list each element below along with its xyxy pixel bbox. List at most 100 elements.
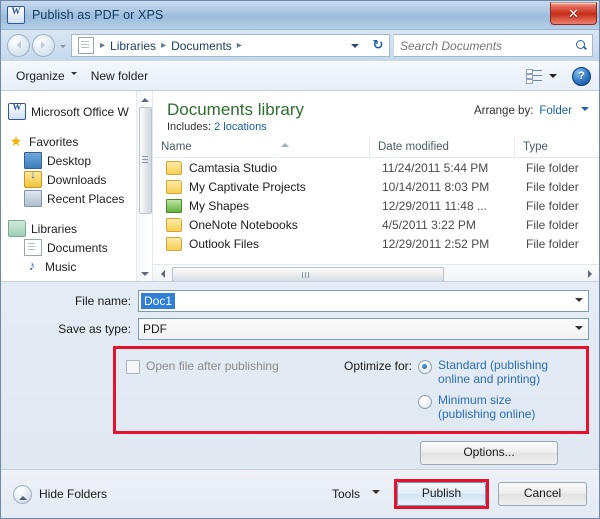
folder-icon	[166, 217, 182, 232]
file-name-cell: My Captivate Projects	[153, 179, 374, 194]
table-row[interactable]: My Shapes 12/29/2011 11:48 ... File fold…	[153, 196, 599, 215]
sidebar-item-label: Downloads	[47, 172, 107, 187]
radio-standard-indicator[interactable]	[418, 360, 433, 374]
sidebar-scroll-thumb[interactable]	[139, 107, 152, 214]
chevron-down-icon[interactable]	[570, 319, 588, 337]
history-dropdown-icon[interactable]	[58, 39, 69, 53]
arrange-by-value[interactable]: Folder	[539, 105, 572, 117]
radio-standard-label: Standard (publishing online and printing…	[438, 358, 548, 386]
sidebar-item-recent-places[interactable]: Recent Places	[1, 189, 152, 208]
sidebar-item-label: Microsoft Office W	[31, 104, 129, 119]
scroll-up-arrow-icon[interactable]	[137, 91, 152, 105]
scroll-down-arrow-icon[interactable]	[137, 267, 152, 281]
shapes-folder-icon	[166, 198, 182, 213]
file-name-value[interactable]: Doc1	[141, 293, 176, 309]
file-type-cell: File folder	[526, 179, 579, 194]
column-header-date-modified[interactable]: Date modified	[369, 137, 514, 157]
chevron-down-icon[interactable]	[347, 36, 363, 55]
sidebar-item-libraries[interactable]: Libraries	[1, 219, 152, 238]
back-button[interactable]	[7, 34, 30, 57]
chevron-down-icon	[70, 72, 77, 78]
radio-minimum-size[interactable]: Minimum size (publishing online)	[418, 393, 548, 421]
horizontal-scroll-thumb[interactable]	[172, 266, 444, 281]
file-name-input[interactable]: Doc1	[138, 290, 589, 312]
sidebar-item-microsoft-office-word[interactable]: Microsoft Office W	[1, 102, 152, 121]
arrange-by-control[interactable]: Arrange by: Folder	[474, 105, 589, 117]
navigation-sidebar: Microsoft Office W Favorites Desktop Dow…	[1, 91, 153, 281]
table-row[interactable]: My Captivate Projects 10/14/2011 8:03 PM…	[153, 177, 599, 196]
library-includes: Includes: 2 locations	[167, 121, 599, 133]
libraries-icon	[8, 220, 26, 237]
file-name-text: Camtasia Studio	[189, 160, 278, 175]
tools-button[interactable]: Tools	[332, 487, 380, 501]
view-dropdown-icon[interactable]	[547, 69, 559, 83]
optimize-radio-list: Standard (publishing online and printing…	[418, 358, 548, 421]
options-highlight-box: Open file after publishing Optimize for:…	[113, 346, 589, 434]
browser-body: Microsoft Office W Favorites Desktop Dow…	[1, 91, 599, 282]
sidebar-item-downloads[interactable]: Downloads	[1, 169, 152, 189]
file-name-cell: My Shapes	[153, 198, 374, 213]
sidebar-item-label: Documents	[47, 240, 108, 255]
file-type-cell: File folder	[526, 198, 579, 213]
radio-minimum-line2: (publishing online)	[438, 407, 536, 421]
sidebar-item-label: Favorites	[29, 134, 79, 149]
music-note-icon	[24, 259, 40, 274]
window-title: Publish as PDF or XPS	[32, 8, 164, 22]
sidebar-item-documents[interactable]: Documents	[1, 238, 152, 257]
title-bar: Publish as PDF or XPS ✕	[1, 1, 599, 30]
table-row[interactable]: Outlook Files 12/29/2011 2:52 PM File fo…	[153, 234, 599, 253]
file-type-cell: File folder	[526, 160, 579, 175]
table-row[interactable]: OneNote Notebooks 4/5/2011 3:22 PM File …	[153, 215, 599, 234]
radio-minimum-size-label: Minimum size (publishing online)	[438, 393, 535, 421]
horizontal-scrollbar[interactable]	[153, 264, 599, 281]
collapse-up-icon	[13, 484, 32, 504]
column-header-type[interactable]: Type	[514, 137, 599, 157]
sidebar-item-music[interactable]: Music	[1, 257, 152, 276]
sidebar-item-desktop[interactable]: Desktop	[1, 151, 152, 170]
radio-standard[interactable]: Standard (publishing online and printing…	[418, 358, 548, 386]
file-name-cell: Camtasia Studio	[153, 160, 374, 175]
publish-button[interactable]: Publish	[397, 482, 486, 506]
sidebar-scrollbar[interactable]	[136, 91, 152, 281]
search-box[interactable]	[393, 34, 593, 57]
breadcrumb-separator-2: ▸	[236, 40, 242, 51]
cancel-button[interactable]: Cancel	[498, 482, 587, 506]
address-bar: ▸ Libraries ▸ Documents ▸ ↻	[1, 30, 599, 61]
hide-folders-button[interactable]: Hide Folders	[13, 484, 107, 504]
breadcrumb-separator-0: ▸	[100, 40, 106, 51]
file-date-cell: 12/29/2011 2:52 PM	[382, 236, 490, 251]
file-name-text: My Captivate Projects	[189, 179, 306, 194]
folder-icon	[166, 160, 182, 175]
organize-button[interactable]: Organize	[9, 66, 84, 86]
sidebar-item-label: Music	[45, 259, 77, 274]
folder-icon	[166, 179, 182, 194]
save-as-type-select[interactable]: PDF	[138, 318, 589, 340]
forward-button[interactable]	[32, 34, 55, 57]
search-input[interactable]	[398, 37, 575, 54]
breadcrumb-item-libraries[interactable]: Libraries	[108, 39, 158, 53]
breadcrumb[interactable]: ▸ Libraries ▸ Documents ▸	[71, 34, 367, 57]
table-row[interactable]: Camtasia Studio 11/24/2011 5:44 PM File …	[153, 158, 599, 177]
horizontal-scroll-track[interactable]	[168, 266, 584, 281]
view-layout-icon[interactable]	[526, 69, 543, 84]
breadcrumb-item-documents[interactable]: Documents	[169, 39, 234, 53]
refresh-icon[interactable]: ↻	[367, 34, 390, 57]
radio-minimum-size-indicator[interactable]	[418, 395, 433, 409]
optimize-for-group: Optimize for: Standard (publishing onlin…	[344, 358, 576, 421]
column-header-name[interactable]: Name	[153, 137, 369, 157]
open-after-publishing-checkbox[interactable]	[126, 360, 140, 374]
file-name-text: My Shapes	[189, 198, 250, 213]
scroll-left-arrow-icon[interactable]	[153, 266, 168, 281]
sidebar-item-favorites[interactable]: Favorites	[1, 132, 152, 151]
includes-locations-link[interactable]: 2 locations	[214, 121, 267, 133]
new-folder-button[interactable]: New folder	[84, 66, 155, 86]
open-after-publishing-control[interactable]: Open file after publishing	[126, 358, 344, 421]
file-fields: File name: Doc1 Save as type: PDF	[1, 282, 599, 340]
file-list-pane: Documents library Includes: 2 locations …	[153, 91, 599, 281]
close-button[interactable]: ✕	[550, 2, 597, 25]
scroll-right-arrow-icon[interactable]	[584, 266, 599, 281]
options-button[interactable]: Options...	[420, 441, 558, 465]
help-icon[interactable]: ?	[572, 66, 591, 86]
file-date-cell: 12/29/2011 11:48 ...	[382, 198, 487, 213]
chevron-down-icon[interactable]	[570, 291, 588, 309]
